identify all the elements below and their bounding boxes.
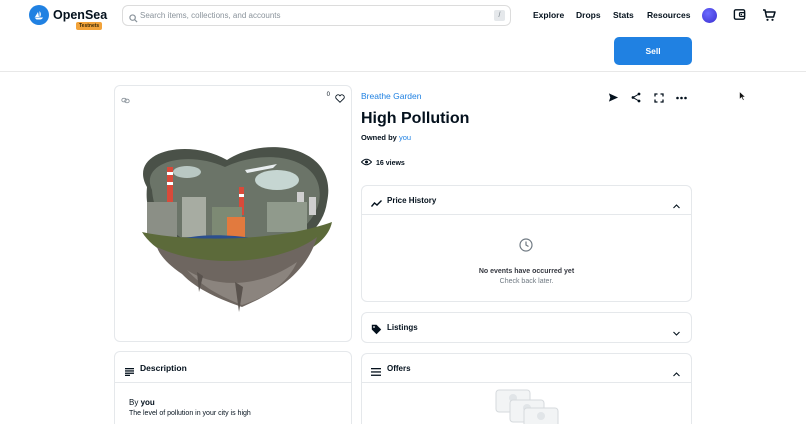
trend-line-icon bbox=[370, 195, 382, 213]
search-shortcut-key: / bbox=[494, 10, 505, 21]
nft-artwork-image bbox=[142, 147, 332, 312]
mouse-cursor-icon bbox=[739, 88, 747, 106]
description-text: The level of pollution in your city is h… bbox=[129, 410, 251, 417]
wallet-icon[interactable] bbox=[733, 8, 746, 26]
nav-stats[interactable]: Stats bbox=[613, 10, 634, 20]
listings-title: Listings bbox=[387, 323, 418, 332]
price-history-panel: Price History No events have occurred ye… bbox=[361, 185, 692, 302]
owned-by-label: Owned by bbox=[361, 133, 397, 142]
more-options-icon[interactable] bbox=[676, 90, 687, 108]
price-history-header[interactable]: Price History bbox=[362, 186, 691, 215]
description-title: Description bbox=[140, 363, 187, 373]
lines-icon bbox=[125, 363, 134, 381]
chain-link-icon[interactable] bbox=[121, 91, 130, 109]
chevron-up-icon[interactable] bbox=[673, 196, 680, 214]
search-bar[interactable]: / bbox=[122, 5, 511, 26]
testnets-badge: Testnets bbox=[76, 22, 103, 30]
list-icon bbox=[371, 363, 381, 381]
views-count: 16 views bbox=[360, 158, 405, 168]
fullscreen-icon[interactable] bbox=[654, 90, 664, 108]
owner-line: Owned by you bbox=[361, 133, 411, 142]
eye-icon bbox=[360, 158, 373, 168]
heart-icon[interactable] bbox=[335, 90, 345, 108]
owner-link[interactable]: you bbox=[399, 133, 411, 142]
brand-name[interactable]: OpenSea bbox=[53, 8, 107, 22]
profile-avatar[interactable] bbox=[702, 8, 717, 23]
tag-icon bbox=[371, 322, 382, 340]
nft-title: High Pollution bbox=[361, 110, 470, 127]
search-input[interactable] bbox=[140, 8, 480, 23]
favorite-count: 0 bbox=[326, 92, 330, 98]
offers-panel: Offers bbox=[361, 353, 692, 424]
opensea-logo-icon[interactable] bbox=[29, 5, 49, 25]
sell-button[interactable]: Sell bbox=[614, 37, 692, 65]
cart-icon[interactable] bbox=[762, 8, 776, 27]
creator-name[interactable]: you bbox=[141, 398, 155, 407]
no-events-text: No events have occurred yet bbox=[478, 268, 575, 275]
nft-image-card: 0 bbox=[114, 85, 352, 342]
listings-header[interactable]: Listings bbox=[362, 313, 691, 342]
views-text: 16 views bbox=[376, 159, 405, 167]
offers-header[interactable]: Offers bbox=[362, 354, 691, 383]
transfer-icon[interactable] bbox=[608, 90, 619, 108]
clock-icon bbox=[519, 238, 533, 257]
collection-link[interactable]: Breathe Garden bbox=[361, 91, 421, 101]
share-icon[interactable] bbox=[631, 90, 641, 108]
check-back-text: Check back later. bbox=[499, 278, 554, 285]
by-label: By bbox=[129, 398, 139, 407]
nav-explore[interactable]: Explore bbox=[533, 10, 564, 20]
nav-drops[interactable]: Drops bbox=[576, 10, 601, 20]
chevron-up-icon[interactable] bbox=[673, 364, 680, 382]
price-history-title: Price History bbox=[387, 196, 437, 205]
description-panel: Description By you The level of pollutio… bbox=[114, 351, 352, 424]
offers-title: Offers bbox=[387, 364, 411, 373]
chevron-down-icon[interactable] bbox=[673, 323, 680, 341]
creator-line: By you bbox=[129, 398, 155, 407]
search-icon bbox=[129, 10, 138, 28]
description-header[interactable]: Description bbox=[115, 352, 351, 383]
empty-offers-illustration bbox=[495, 389, 559, 424]
nav-resources[interactable]: Resources bbox=[647, 10, 690, 20]
listings-panel[interactable]: Listings bbox=[361, 312, 692, 343]
